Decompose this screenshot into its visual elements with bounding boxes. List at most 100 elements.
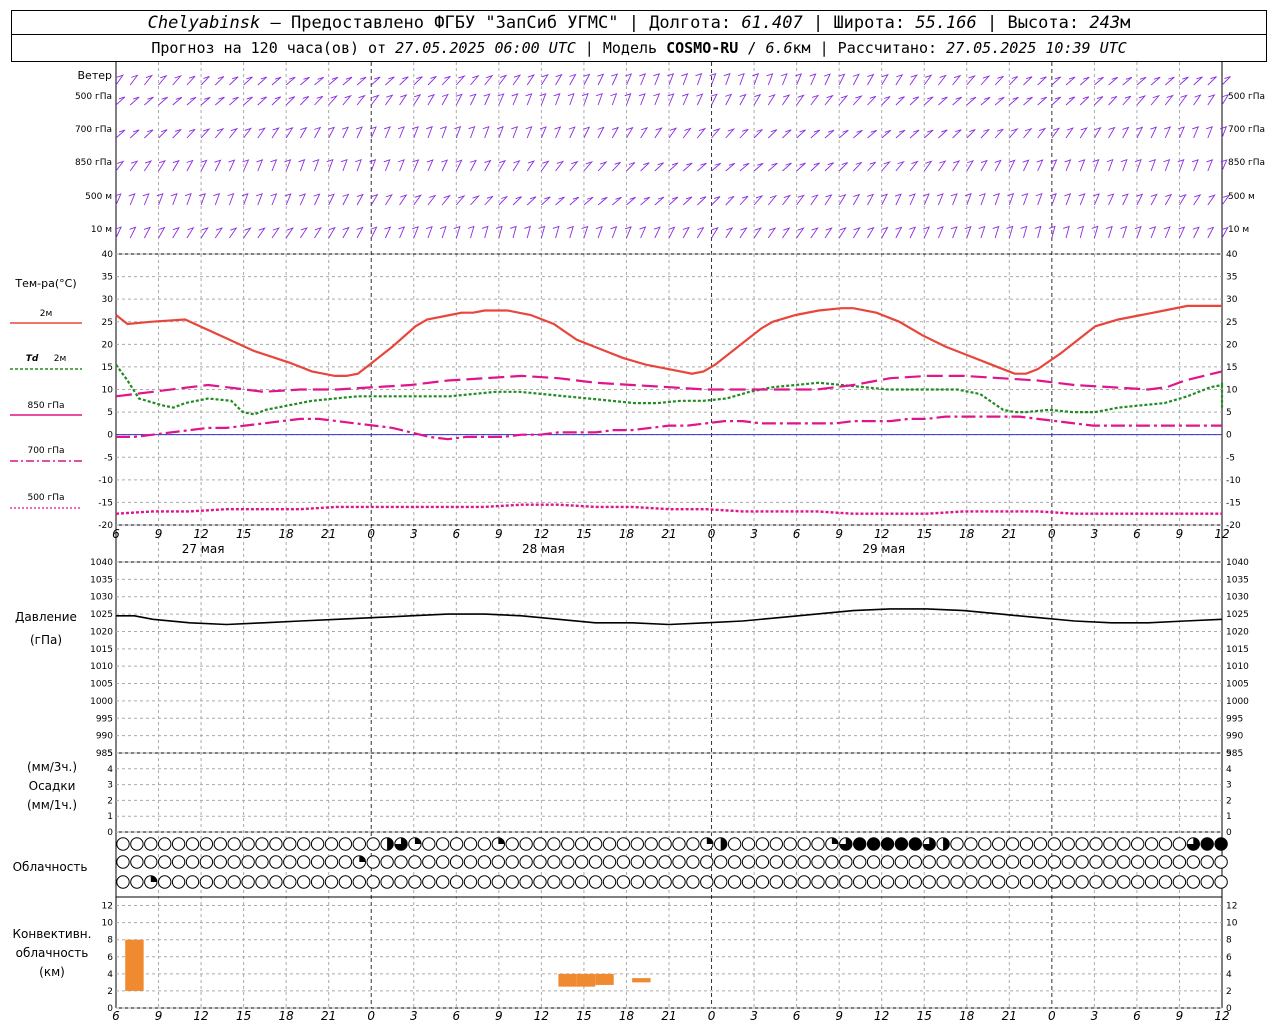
wind-barb: [569, 160, 579, 172]
wind-barb: [314, 95, 324, 106]
wind-barb: [186, 227, 195, 239]
cloud-symbol: [811, 855, 825, 869]
wind-barb: [810, 227, 819, 239]
wind-barb: [581, 225, 589, 239]
wind-barb: [966, 129, 976, 139]
wind-barb: [583, 160, 594, 172]
wind-barb: [243, 227, 252, 239]
wind-barb: [541, 74, 549, 86]
wind-barb: [1092, 193, 1100, 206]
wind-barb: [158, 74, 168, 86]
wind-barb: [284, 159, 292, 172]
wind-barb: [767, 129, 778, 139]
wind-barb: [1150, 193, 1158, 206]
wind-barb: [823, 73, 831, 86]
cloud-symbol-fill: [853, 837, 866, 851]
wind-barb: [767, 94, 776, 106]
y-tick-left: 5: [107, 408, 113, 418]
cloud-symbol: [672, 855, 686, 869]
wind-barb: [569, 196, 580, 206]
wind-barb: [668, 162, 679, 172]
wind-barb: [243, 127, 253, 139]
cloud-symbol: [408, 855, 422, 869]
wind-barb: [285, 96, 296, 106]
wind-barb: [867, 73, 875, 86]
cloud-symbol-fill: [943, 837, 950, 851]
y-tick-left: -10: [98, 476, 113, 486]
cloud-symbol: [644, 837, 658, 851]
y-tick-right: 5: [1226, 749, 1232, 759]
cloud-symbol: [1019, 875, 1034, 889]
cloud-symbol: [1019, 837, 1034, 851]
wind-barb: [725, 227, 734, 239]
cloud-symbol: [1075, 875, 1089, 889]
cloud-symbol: [324, 875, 339, 889]
wind-barb: [129, 96, 140, 106]
wind-barb: [908, 193, 916, 206]
wind-barb: [966, 74, 976, 86]
wind-barb: [1078, 159, 1086, 172]
cloud-symbol: [1186, 875, 1201, 889]
wind-barb: [1021, 193, 1029, 206]
cloud-symbol: [700, 875, 714, 889]
x-tick-label: 12: [193, 527, 208, 541]
wind-barb: [753, 162, 764, 172]
wind-barb: [399, 194, 408, 206]
x-tick-label: 18: [619, 1009, 635, 1023]
cloud-symbol: [255, 855, 269, 869]
wind-barb: [682, 127, 692, 139]
cloud-symbol: [894, 875, 909, 889]
cloud-symbol: [283, 837, 297, 851]
cloud-symbol: [422, 875, 436, 889]
wind-barb: [370, 94, 380, 106]
cloud-symbol: [964, 855, 978, 869]
wind-barb: [229, 127, 239, 139]
x-tick-label: 15: [236, 527, 251, 541]
wind-barb: [1136, 76, 1147, 86]
wind-barb: [824, 129, 835, 139]
cloud-symbol: [922, 875, 936, 889]
wind-barb: [158, 96, 168, 106]
wind-barb: [369, 159, 377, 172]
wind-barb: [328, 95, 339, 106]
wind-barb: [1107, 193, 1115, 206]
cloud-symbol: [533, 855, 547, 869]
wind-barb: [1108, 126, 1116, 139]
wind-barb: [426, 126, 433, 139]
cloud-symbol: [1144, 875, 1159, 889]
wind-barb: [144, 96, 154, 106]
x-tick-label: 12: [193, 1009, 208, 1023]
temp-label: Тем-ра(°С): [14, 277, 76, 290]
wind-barb: [867, 226, 875, 239]
y-tick-right: 2: [1226, 987, 1232, 997]
y-tick-right: 1015: [1226, 645, 1249, 655]
y-tick-left: 6: [107, 953, 113, 963]
wind-barb: [243, 96, 253, 106]
wind-barb: [256, 159, 264, 172]
cloud-symbol: [880, 875, 895, 889]
wind-barb: [723, 73, 731, 86]
y-tick-left: 25: [102, 318, 113, 328]
cloud-symbol: [783, 837, 797, 851]
cloud-symbol: [310, 837, 325, 851]
wind-barb: [1193, 76, 1203, 86]
cloud-symbol: [1019, 855, 1034, 869]
x-tick-label: 18: [279, 527, 295, 541]
wind-barb: [1207, 226, 1215, 239]
wind-barb: [1094, 76, 1104, 86]
wind-barb: [838, 227, 847, 239]
cloud-symbol: [616, 875, 631, 889]
cloud-symbol: [1033, 875, 1048, 889]
wind-barb: [938, 74, 947, 86]
wind-barb: [682, 226, 690, 239]
wind-barb: [978, 193, 986, 206]
cloud-symbol: [630, 837, 644, 851]
x-tick-label: 21: [1002, 527, 1017, 541]
wind-barb: [1149, 226, 1157, 239]
wind-barb: [653, 73, 661, 86]
cloud-symbol: [936, 875, 950, 889]
cloud-symbol: [658, 855, 672, 869]
wind-barb: [300, 96, 310, 106]
cloud-symbol: [825, 855, 839, 869]
wind-barb: [952, 160, 961, 172]
